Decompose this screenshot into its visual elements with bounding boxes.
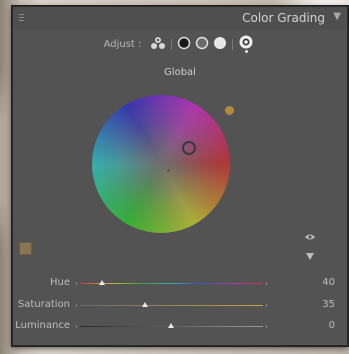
luminance-value[interactable]: 0: [305, 320, 335, 331]
wheel-center-marker: [167, 169, 170, 172]
luminance-label: Luminance: [15, 320, 70, 331]
saturation-slider-track[interactable]: [76, 302, 267, 307]
hue-track-start-tick: [76, 282, 77, 285]
saturation-slider-thumb[interactable]: [142, 302, 148, 307]
hue-value[interactable]: 40: [305, 277, 335, 288]
highlights-circle-icon[interactable]: [213, 35, 227, 54]
saturation-value[interactable]: 35: [305, 299, 335, 310]
luminance-slider-track[interactable]: [76, 323, 267, 328]
global-circle-icon[interactable]: [238, 34, 254, 54]
expand-arrow-icon[interactable]: [306, 245, 314, 264]
hue-track-end-tick: [266, 282, 267, 285]
color-swatch[interactable]: [19, 242, 32, 255]
adjust-label: Adjust :: [103, 38, 142, 50]
section-label: Global: [164, 67, 196, 78]
luminance-track-start-tick: [76, 325, 77, 328]
saturation-label: Saturation: [17, 299, 70, 310]
selected-indicator: [244, 50, 248, 53]
adjust-mode-row: Adjust :: [13, 34, 347, 54]
color-wheel[interactable]: [92, 95, 230, 233]
luminance-track-end-tick: [266, 325, 267, 328]
collapse-icon[interactable]: ▼: [333, 12, 341, 22]
mode-separator: [171, 38, 173, 50]
saturation-slider-row: Saturation 35: [0, 298, 349, 312]
shadows-circle-icon[interactable]: [177, 35, 191, 54]
panel-header[interactable]: Color Grading ▼: [13, 7, 347, 29]
luminance-slider-thumb[interactable]: [168, 323, 174, 328]
luminance-slider-row: Luminance 0: [0, 319, 349, 333]
hue-label: Hue: [49, 277, 70, 288]
midtones-circle-icon[interactable]: [195, 35, 209, 54]
hue-slider-row: Hue 40: [0, 276, 349, 290]
three-circles-icon[interactable]: [150, 35, 166, 54]
saturation-track-start-tick: [76, 304, 77, 307]
saturation-track-end-tick: [266, 304, 267, 307]
mode-separator: [232, 38, 234, 50]
saturation-handle[interactable]: [225, 106, 234, 115]
panel-title: Color Grading: [242, 11, 325, 25]
drag-handle-icon[interactable]: [19, 14, 24, 22]
hue-slider-thumb[interactable]: [99, 280, 105, 285]
color-wheel-handle[interactable]: [182, 141, 196, 155]
hue-slider-track[interactable]: [76, 280, 267, 285]
eye-icon[interactable]: [304, 226, 316, 245]
